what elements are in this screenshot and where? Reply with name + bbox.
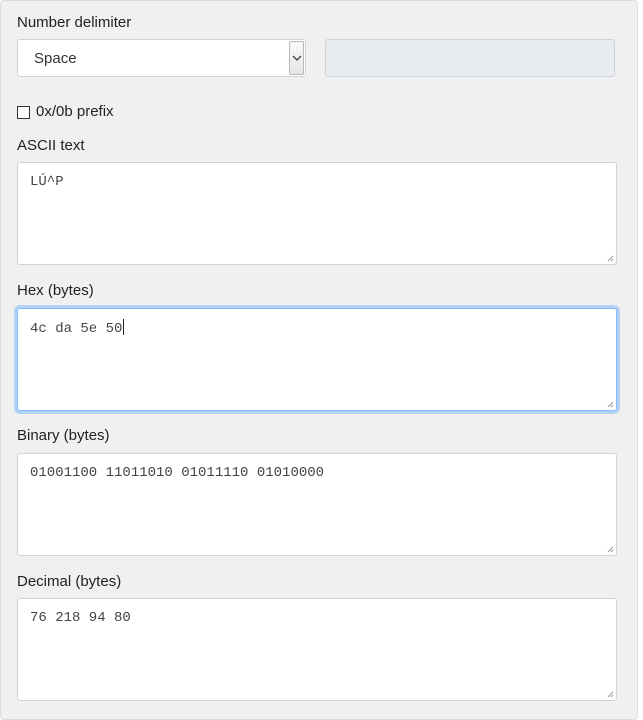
- prefix-checkbox[interactable]: [17, 106, 30, 119]
- ascii-value: LÚ^P: [30, 174, 64, 190]
- ascii-label: ASCII text: [17, 137, 85, 154]
- binary-label: Binary (bytes): [17, 427, 110, 444]
- resize-grip-icon[interactable]: [606, 545, 614, 553]
- custom-delimiter-input: [325, 39, 615, 77]
- decimal-label: Decimal (bytes): [17, 573, 122, 590]
- prefix-label[interactable]: 0x/0b prefix: [36, 103, 114, 121]
- binary-value: 01001100 11011010 01011110 01010000: [30, 465, 325, 481]
- hex-label: Hex (bytes): [17, 282, 94, 299]
- resize-grip-icon[interactable]: [606, 400, 614, 408]
- decimal-value: 76 218 94 80: [30, 610, 131, 626]
- resize-grip-icon[interactable]: [606, 690, 614, 698]
- hex-value: 4c da 5e 50: [30, 321, 123, 337]
- resize-grip-icon[interactable]: [606, 254, 614, 262]
- decimal-textarea[interactable]: 76 218 94 80: [17, 598, 617, 701]
- chevron-down-icon[interactable]: [289, 41, 304, 75]
- text-caret: [123, 319, 125, 335]
- converter-panel: Number delimiter Space 0x/0b prefix ASCI…: [0, 0, 638, 720]
- hex-textarea[interactable]: 4c da 5e 50: [17, 308, 617, 411]
- hex-value-wrapper: 4c da 5e 50: [30, 319, 125, 338]
- delimiter-label: Number delimiter: [17, 14, 132, 31]
- delimiter-select[interactable]: Space: [17, 39, 306, 77]
- binary-textarea[interactable]: 01001100 11011010 01011110 01010000: [17, 453, 617, 556]
- ascii-textarea[interactable]: LÚ^P: [17, 162, 617, 265]
- delimiter-selected-value: Space: [34, 50, 77, 67]
